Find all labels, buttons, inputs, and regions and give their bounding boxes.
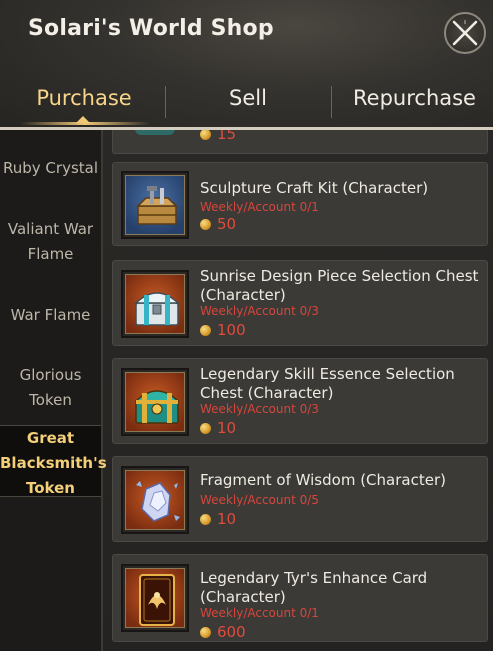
- item-purchase-limit: Weekly/Account 0/3: [200, 402, 319, 416]
- active-tab-caret: [76, 116, 90, 123]
- item-name: Sunrise Design Piece Selection Chest (Ch…: [200, 267, 479, 304]
- tab-divider: [331, 86, 332, 118]
- tab-repurchase[interactable]: Repurchase: [336, 86, 493, 126]
- shop-window: Solari's World Shop Purchase Sell Repurc…: [0, 0, 493, 651]
- item-price-value: 10: [217, 510, 237, 528]
- sidebar-item-ruby-crystal[interactable]: Ruby Crystal: [0, 156, 101, 181]
- shop-item-card[interactable]: Sunrise Design Piece Selection Chest (Ch…: [112, 260, 488, 346]
- toolbox-icon: [125, 175, 185, 235]
- item-name: Legendary Skill Essence Selection Chest …: [200, 365, 455, 402]
- window-title: Solari's World Shop: [28, 16, 274, 41]
- item-name: Sculpture Craft Kit (Character): [200, 179, 429, 197]
- item-price-value: 15: [217, 130, 237, 143]
- shop-item-card[interactable]: Legendary Skill Essence Selection Chest …: [112, 358, 488, 444]
- sidebar-item-valiant-war-flame[interactable]: Valiant War Flame: [0, 217, 101, 267]
- item-icon-frame: [121, 171, 189, 239]
- blacksmith-token-icon: [200, 626, 211, 638]
- shop-item-card[interactable]: 15: [112, 130, 488, 154]
- sidebar-item-glorious-token[interactable]: Glorious Token: [0, 363, 101, 413]
- item-price: 15: [200, 130, 236, 143]
- shop-header: Solari's World Shop Purchase Sell Repurc…: [0, 0, 493, 130]
- shop-item-card[interactable]: Fragment of Wisdom (Character) Weekly/Ac…: [112, 456, 488, 542]
- item-price: 10: [200, 510, 236, 528]
- close-button[interactable]: [444, 12, 486, 54]
- item-price: 100: [200, 321, 246, 339]
- sidebar-item-great-blacksmiths-token[interactable]: Great Blacksmith's Token: [0, 425, 107, 497]
- item-purchase-limit: Weekly/Account 0/1: [200, 200, 319, 214]
- item-icon-frame: [121, 270, 189, 338]
- sidebar-item-war-flame[interactable]: War Flame: [0, 303, 101, 328]
- shop-item-card[interactable]: Legendary Tyr's Enhance Card (Character)…: [112, 554, 488, 642]
- item-list: 15 Sculpture Craft Kit (Character) Weekl…: [103, 130, 493, 651]
- shop-item-card[interactable]: Sculpture Craft Kit (Character) Weekly/A…: [112, 162, 488, 246]
- item-price-value: 10: [217, 419, 237, 437]
- item-icon-frame: [121, 368, 189, 436]
- item-price: 10: [200, 419, 236, 437]
- blacksmith-token-icon: [200, 324, 211, 336]
- blacksmith-token-icon: [200, 513, 211, 525]
- unknown-item-icon: [135, 130, 175, 135]
- currency-sidebar: Ruby Crystal Valiant War Flame War Flame…: [0, 130, 107, 651]
- item-purchase-limit: Weekly/Account 0/3: [200, 304, 319, 318]
- tab-divider: [165, 86, 166, 118]
- tab-sell[interactable]: Sell: [170, 86, 326, 126]
- item-purchase-limit: Weekly/Account 0/5: [200, 493, 319, 507]
- enhance-card-icon: [125, 568, 185, 628]
- tab-bar: Purchase Sell Repurchase: [0, 78, 493, 128]
- blacksmith-token-icon: [200, 130, 211, 140]
- silver-chest-icon: [125, 274, 185, 334]
- item-name: Fragment of Wisdom (Character): [200, 471, 446, 489]
- blacksmith-token-icon: [200, 422, 211, 434]
- item-price: 600: [200, 623, 246, 641]
- item-price-value: 50: [217, 215, 237, 233]
- item-name: Legendary Tyr's Enhance Card (Character): [200, 569, 428, 606]
- item-price-value: 600: [217, 623, 246, 641]
- teal-chest-icon: [125, 372, 185, 432]
- item-icon-frame: [121, 564, 189, 632]
- item-icon-frame: [121, 466, 189, 534]
- item-purchase-limit: Weekly/Account 0/1: [200, 606, 319, 620]
- item-price: 50: [200, 215, 236, 233]
- blacksmith-token-icon: [200, 218, 211, 230]
- crystal-fragment-icon: [125, 470, 185, 530]
- item-price-value: 100: [217, 321, 246, 339]
